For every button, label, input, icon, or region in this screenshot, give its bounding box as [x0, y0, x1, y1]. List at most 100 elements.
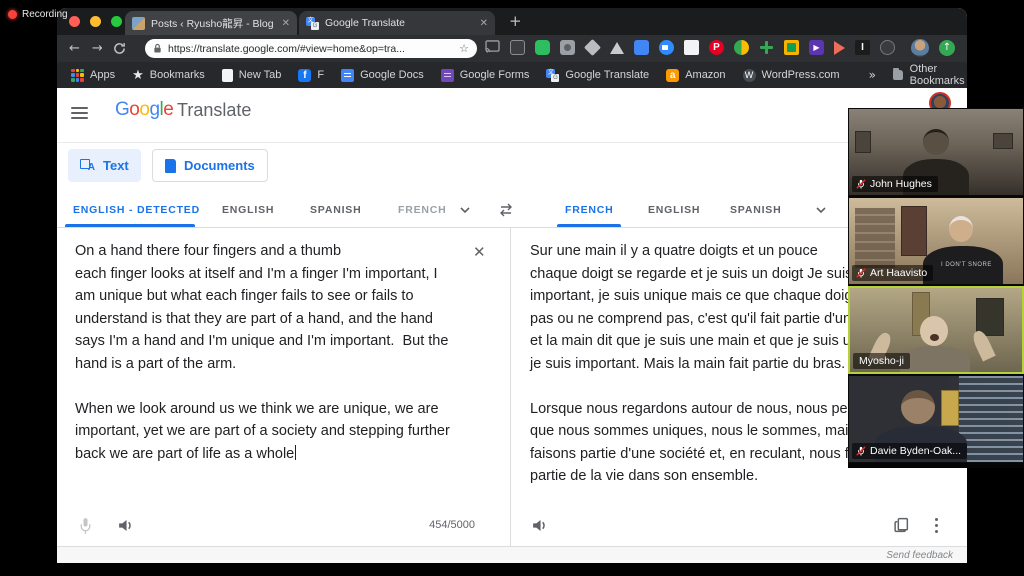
more-options-icon[interactable] — [935, 518, 938, 536]
bookmark-label: Google Translate — [565, 69, 649, 81]
bookmark-facebook[interactable]: f F — [298, 69, 324, 82]
target-lang-french[interactable]: FRENCH — [565, 204, 614, 216]
bookmark-label: Google Docs — [360, 69, 424, 81]
other-bookmarks[interactable]: Other Bookmarks — [893, 63, 967, 87]
bookmark-label: New Tab — [239, 69, 282, 81]
participant-name: Myosho-ji — [859, 355, 904, 367]
browser-toolbar: ← → https://translate.google.com/#view=h… — [57, 35, 967, 62]
clear-source-text-icon[interactable]: ✕ — [473, 243, 486, 261]
share-arrow-icon[interactable] — [834, 41, 845, 55]
profile-avatar[interactable] — [911, 39, 929, 57]
classroom-icon[interactable] — [784, 40, 799, 55]
zoom-extension-icon[interactable] — [659, 40, 674, 55]
participant-tile-myosho-ji[interactable]: Myosho-ji — [848, 286, 1024, 374]
bookmark-wordpress[interactable]: W WordPress.com — [743, 69, 840, 82]
green-plus-icon[interactable] — [759, 40, 774, 55]
diamond-extension-icon[interactable] — [584, 39, 601, 56]
zoom-window-button[interactable] — [111, 16, 122, 27]
folder-icon — [893, 70, 903, 80]
bookmark-label: Bookmarks — [150, 69, 205, 81]
source-lang-spanish[interactable]: SPANISH — [310, 204, 362, 216]
source-lang-english[interactable]: ENGLISH — [222, 204, 274, 216]
notes-page-icon[interactable] — [684, 40, 699, 55]
tab-blog[interactable]: Posts ‹ Ryusho龍昇 - Blog — W ✕ — [125, 11, 297, 35]
source-lang-dropdown-icon[interactable] — [459, 206, 471, 214]
bookmark-google-translate[interactable]: 文G Google Translate — [546, 69, 649, 82]
send-feedback-link[interactable]: Send feedback — [886, 550, 953, 561]
character-count: 454/5000 — [413, 519, 475, 531]
back-icon[interactable]: ← — [69, 41, 80, 56]
close-tab-icon[interactable]: ✕ — [480, 18, 488, 29]
participant-name-tag: John Hughes — [852, 176, 938, 192]
target-line: partie de la vie dans son ensemble. — [530, 465, 950, 488]
source-lang-french[interactable]: FRENCH — [398, 204, 447, 216]
participant-name: Art Haavisto — [870, 267, 927, 279]
target-lang-dropdown-icon[interactable] — [815, 206, 827, 214]
muted-mic-icon — [856, 178, 866, 190]
cast-icon[interactable] — [485, 40, 500, 55]
text-mode-button[interactable]: Text — [68, 149, 141, 182]
bookmark-star-icon[interactable]: ☆ — [459, 42, 469, 55]
bookmark-google-forms[interactable]: Google Forms — [441, 69, 530, 82]
google-logo[interactable]: Google — [115, 99, 173, 121]
participant-tile-davie-byden-oak[interactable]: Davie Byden-Oak... — [848, 375, 1024, 463]
star-icon: ★ — [132, 69, 144, 82]
screenshot-tool-icon[interactable] — [560, 40, 575, 55]
evernote-icon[interactable] — [535, 40, 550, 55]
participant-tile-art-haavisto[interactable]: I DON'T SNORE Art Haavisto — [848, 197, 1024, 285]
participant-name-tag: Art Haavisto — [852, 265, 933, 281]
source-lang-detected[interactable]: ENGLISH - DETECTED — [73, 204, 200, 216]
recording-indicator: Recording — [8, 9, 68, 20]
n-circle-icon[interactable] — [880, 40, 895, 55]
participant-name: Davie Byden-Oak... — [870, 445, 961, 457]
listen-source-icon[interactable] — [117, 517, 134, 534]
target-lang-spanish[interactable]: SPANISH — [730, 204, 782, 216]
bookmarks-overflow-chevron[interactable]: » — [869, 68, 876, 82]
tab-google-translate[interactable]: 文G Google Translate ✕ — [299, 11, 495, 35]
facebook-icon: f — [298, 69, 311, 82]
extension-icon[interactable] — [510, 40, 525, 55]
copy-translation-icon[interactable] — [893, 517, 910, 534]
logo-letter: e — [163, 99, 173, 120]
bookmark-amazon[interactable]: a Amazon — [666, 69, 725, 82]
target-lang-english[interactable]: ENGLISH — [648, 204, 700, 216]
shirt-text: I DON'T SNORE — [941, 262, 992, 268]
documents-mode-button[interactable]: Documents — [152, 149, 268, 182]
new-tab-button[interactable]: + — [509, 12, 522, 30]
pinterest-icon[interactable]: P — [709, 40, 724, 55]
tab-strip: Posts ‹ Ryusho龍昇 - Blog — W ✕ 文G Google … — [57, 8, 967, 35]
text-caret — [295, 445, 296, 460]
url-text[interactable]: https://translate.google.com/#view=home&… — [168, 43, 453, 55]
blue-app-icon[interactable] — [634, 40, 649, 55]
translate-text-icon — [80, 158, 95, 173]
bookmark-apps[interactable]: Apps — [71, 69, 115, 82]
screen: Recording Posts ‹ Ryusho龍昇 - Blog — W ✕ … — [0, 0, 1024, 576]
browser-update-icon[interactable]: ↑ — [939, 40, 955, 56]
reload-icon[interactable] — [113, 42, 126, 55]
microphone-icon[interactable] — [78, 517, 93, 535]
close-window-button[interactable] — [69, 16, 80, 27]
bookmark-google-docs[interactable]: Google Docs — [341, 69, 424, 82]
address-bar[interactable]: https://translate.google.com/#view=home&… — [145, 39, 477, 58]
browser-window: Posts ‹ Ryusho龍昇 - Blog — W ✕ 文G Google … — [57, 8, 967, 563]
recording-label: Recording — [22, 9, 68, 20]
google-drive-icon[interactable] — [610, 42, 624, 54]
source-active-underline — [65, 224, 195, 227]
video-player-icon[interactable]: ▶ — [809, 40, 824, 55]
source-text-area[interactable]: On a hand there four fingers and a thumb… — [75, 240, 475, 465]
bookmark-label: F — [317, 69, 324, 81]
close-tab-icon[interactable]: ✕ — [282, 18, 290, 29]
capital-i-icon[interactable]: I — [855, 40, 870, 55]
pane-divider — [510, 228, 511, 546]
bookmark-new-tab[interactable]: New Tab — [222, 69, 282, 82]
compass-extension-icon[interactable] — [734, 40, 749, 55]
google-translate-icon: 文G — [546, 69, 559, 82]
bookmark-bookmarks[interactable]: ★ Bookmarks — [132, 69, 205, 82]
minimize-window-button[interactable] — [90, 16, 101, 27]
participant-tile-john-hughes[interactable]: John Hughes — [848, 108, 1024, 196]
swap-languages-icon[interactable] — [497, 203, 515, 217]
listen-translation-icon[interactable] — [531, 517, 548, 534]
forward-icon[interactable]: → — [92, 41, 103, 56]
main-menu-icon[interactable] — [71, 107, 88, 119]
participant-video — [901, 390, 935, 424]
